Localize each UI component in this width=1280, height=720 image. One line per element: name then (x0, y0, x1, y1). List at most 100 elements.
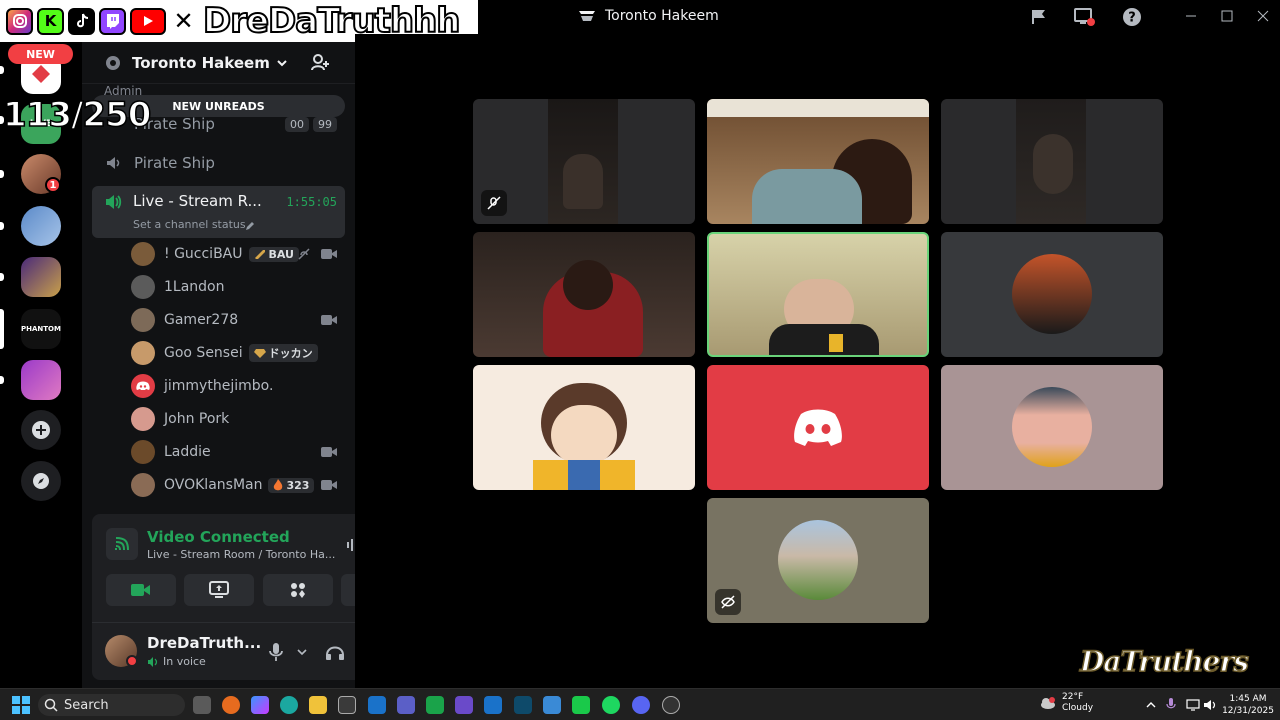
headphones-icon[interactable] (325, 643, 345, 661)
voice-user-gucci[interactable]: ! GucciBAU BAU (131, 238, 345, 270)
app-icon-teal[interactable] (514, 696, 532, 714)
voice-channel-live-stream[interactable]: Live - Stream R... 1:55:05 Set a channel… (92, 186, 345, 238)
add-server-button[interactable] (21, 410, 61, 450)
user-name: John Pork (164, 411, 230, 427)
file-explorer-icon[interactable] (309, 696, 327, 714)
title-bar: Toronto Hakeem ? (355, 0, 1280, 34)
video-tile-2[interactable] (707, 99, 929, 224)
voice-location[interactable]: Live - Stream Room / Toronto Ha... (147, 548, 335, 561)
taskbar-search[interactable]: Search (38, 694, 185, 716)
screen-share-icon (209, 581, 229, 598)
speaker-live-icon (106, 195, 122, 209)
xbox-icon[interactable] (426, 696, 444, 714)
inbox-flag-icon[interactable] (1028, 6, 1050, 28)
video-tile-6[interactable] (941, 232, 1163, 357)
chevron-down-icon[interactable] (297, 648, 307, 656)
channel-status-text[interactable]: Set a channel status (133, 218, 246, 231)
network-icon[interactable] (1186, 699, 1200, 711)
video-tile-3[interactable] (941, 99, 1163, 224)
voice-user-landon[interactable]: 1Landon (131, 271, 345, 303)
outlook-icon[interactable] (368, 696, 386, 714)
camera-icon (321, 249, 337, 259)
voice-user-gamer278[interactable]: Gamer278 (131, 304, 345, 336)
unread-pip (0, 222, 4, 230)
server-icon-kobe[interactable] (21, 360, 61, 400)
store-icon[interactable] (338, 696, 356, 714)
voice-status[interactable]: Video Connected (147, 528, 290, 546)
volume-icon[interactable] (1203, 699, 1217, 711)
help-icon[interactable]: ? (1121, 6, 1143, 28)
video-tile-10[interactable] (707, 498, 929, 623)
clock[interactable]: 1:45 AM 12/31/2025 (1222, 693, 1274, 717)
windows-taskbar: Search 22°F Cloudy 1:45 AM 12/31/2025 (0, 688, 1280, 720)
channel-name: Pirate Ship (134, 154, 215, 172)
user-tag: 323 (268, 477, 315, 493)
avatar (131, 407, 155, 431)
app-icon-purple[interactable] (455, 696, 473, 714)
server-icon-lakers[interactable] (21, 257, 61, 297)
clock-date: 12/31/2025 (1222, 706, 1274, 716)
voice-channel-pirate-ship-2[interactable]: Pirate Ship (92, 147, 345, 179)
weather-widget[interactable]: 22°F Cloudy (1040, 692, 1093, 714)
video-tile-5-speaking[interactable] (707, 232, 929, 357)
server-icon-person-2[interactable] (21, 206, 61, 246)
photos-icon[interactable] (543, 696, 561, 714)
server-header[interactable]: Toronto Hakeem (82, 42, 355, 84)
voice-user-laddie[interactable]: Laddie (131, 436, 345, 468)
video-tile-7[interactable] (473, 365, 695, 490)
discord-logo-icon (136, 381, 150, 390)
user-name[interactable]: DreDaTruth... (147, 634, 261, 652)
camera-button[interactable] (106, 574, 176, 606)
voice-user-ovoklansman[interactable]: OVOKlansMan 323 (131, 469, 345, 501)
connection-signal-icon[interactable] (106, 528, 138, 560)
user-status: In voice (163, 655, 206, 668)
discord-taskbar-icon[interactable] (632, 696, 650, 714)
teams-icon[interactable] (397, 696, 415, 714)
chevron-up-icon[interactable] (1146, 701, 1156, 709)
avatar (131, 473, 155, 497)
firefox-icon[interactable] (222, 696, 240, 714)
mic-tray-icon[interactable] (1166, 698, 1176, 712)
avatar (131, 275, 155, 299)
microphone-icon[interactable] (268, 642, 284, 662)
close-button[interactable] (1253, 6, 1273, 26)
activities-icon (291, 583, 305, 598)
app-icon-green[interactable] (572, 696, 590, 714)
maximize-button[interactable] (1217, 6, 1237, 26)
video-tile-8-default[interactable] (707, 365, 929, 490)
new-badge[interactable]: NEW (8, 44, 73, 64)
server-icon-phantom[interactable]: PHANTOM (21, 309, 61, 349)
avatar (131, 341, 155, 365)
pencil-icon[interactable] (244, 220, 256, 232)
task-view-icon[interactable] (193, 696, 211, 714)
follower-counter: 113/250 (2, 95, 152, 135)
unread-pip (0, 170, 4, 178)
avatar (131, 374, 155, 398)
discover-button[interactable] (21, 461, 61, 501)
windows-start-icon[interactable] (12, 696, 30, 714)
minimize-button[interactable] (1181, 6, 1201, 26)
camera-icon (321, 315, 337, 325)
channel-sidebar: Toronto Hakeem Admin NEW UNREADS Pirate … (82, 42, 425, 688)
server-notification-badge: 1 (45, 177, 61, 193)
voice-user-jimmy[interactable]: jimmythejimbo. (131, 370, 345, 402)
video-tile-1[interactable] (473, 99, 695, 224)
app-icon-gear[interactable] (662, 696, 680, 714)
copilot-icon[interactable] (251, 696, 269, 714)
server-settings-icon (106, 55, 120, 70)
sword-icon (254, 250, 265, 259)
screen-share-icon[interactable] (1073, 6, 1095, 28)
tiktok-icon (68, 7, 95, 35)
video-tile-9[interactable] (941, 365, 1163, 490)
share-screen-button[interactable] (184, 574, 254, 606)
activities-button[interactable] (263, 574, 333, 606)
user-name: OVOKlansMan (164, 477, 263, 493)
voice-user-goo-sensei[interactable]: Goo Sensei ドッカン (131, 337, 345, 369)
spotify-icon[interactable] (602, 696, 620, 714)
channel-count-a: 00 (285, 116, 309, 132)
invite-people-icon[interactable] (310, 53, 330, 73)
edge-icon[interactable] (280, 696, 298, 714)
voice-user-john-pork[interactable]: John Pork (131, 403, 345, 435)
video-tile-4[interactable] (473, 232, 695, 357)
app-icon-blue[interactable] (484, 696, 502, 714)
